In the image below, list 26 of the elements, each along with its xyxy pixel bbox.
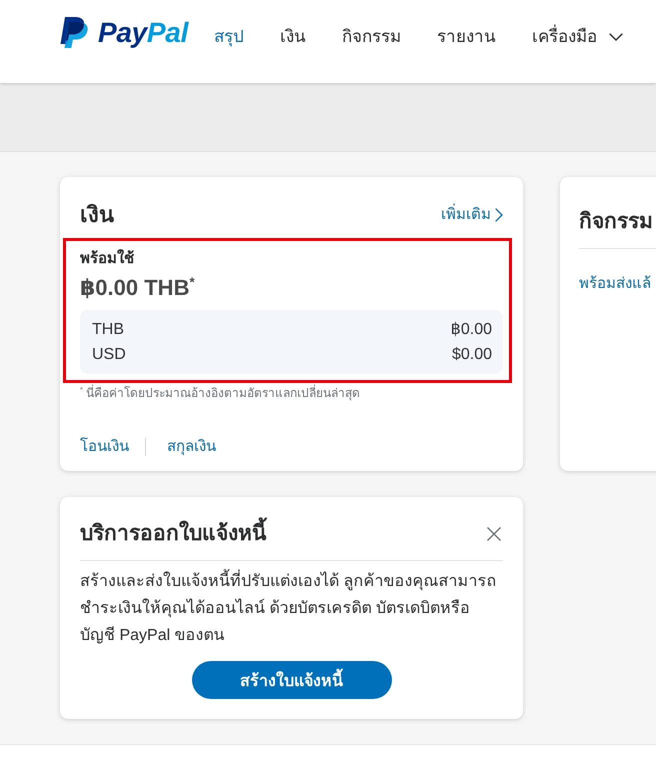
card-title: เงิน	[80, 201, 114, 229]
currency-amount: $0.00	[452, 345, 492, 365]
nav-tab[interactable]: เครื่องมือ	[532, 24, 624, 50]
footnote-text: $^{*}$ นี่คือค่าโดยประมาณอ้างอิงตามอัตราแลกเปลี่ยนล่าสุด	[80, 384, 362, 402]
create-invoice-button[interactable]: สร้างใบแจ้งหนี้	[192, 661, 392, 699]
description-text: สร้างและส่งใบแจ้งหนี้ที่ปรับแต่งเองได้ ลูกค้าของคุณสามารถชำระเงินให้คุณได้ออนไลน์ ด้วยบัตรเครดิต บัตรเดบิตหรือบัญชี PayPal ของตน	[80, 568, 503, 649]
balance-amount: ฿0.00 THB$^{*}$	[80, 274, 196, 302]
more-link[interactable]: เพิ่มเติม	[441, 205, 503, 225]
chevron-right-icon	[495, 208, 503, 222]
chevron-down-icon	[609, 33, 624, 41]
logo-icon	[60, 17, 88, 48]
nav-tab[interactable]: กิจกรรม	[342, 24, 402, 50]
currency-amount: ฿0.00	[450, 320, 492, 340]
action-link[interactable]: โอนเงิน	[80, 436, 129, 458]
nav-tab[interactable]: สรุป	[214, 24, 244, 50]
available-label: พร้อมใช้	[80, 248, 135, 269]
card-title: กิจกรรม	[579, 209, 654, 235]
action-link[interactable]: สกุลเงิน	[167, 436, 216, 458]
activity-link[interactable]: พร้อมส่งแล้	[579, 273, 651, 295]
currency-code: THB	[92, 320, 124, 340]
nav-tab[interactable]: เงิน	[280, 24, 306, 50]
currency-code: USD	[92, 345, 126, 365]
close-icon[interactable]	[487, 527, 501, 541]
card-title: บริการออกใบแจ้งหนี้	[80, 517, 266, 551]
nav-tab[interactable]: รายงาน	[437, 24, 496, 50]
logo-wordmark: PayPal	[98, 17, 188, 48]
